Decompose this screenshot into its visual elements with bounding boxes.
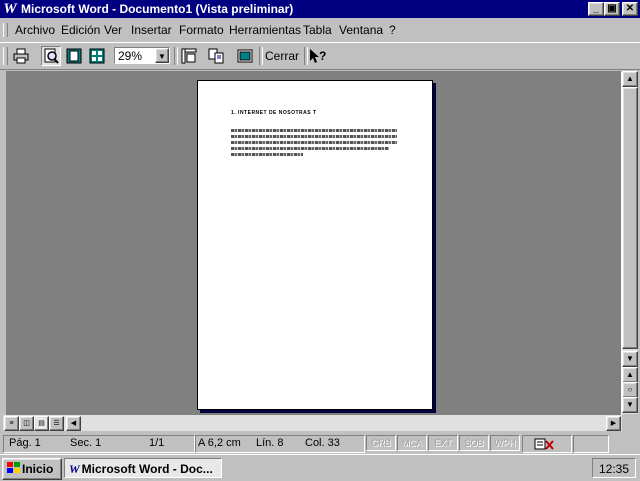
status-page: Pág. 1	[9, 437, 41, 449]
menu-bar: Archivo Edición Ver Insertar Formato Her…	[0, 20, 640, 40]
menu-archivo[interactable]: Archivo	[15, 23, 55, 37]
vertical-scrollbar[interactable]: ▲ ▼ ▲ ○ ▼	[622, 71, 638, 414]
scroll-down-button[interactable]: ▼	[622, 351, 638, 367]
page-layout-view-button[interactable]: ▤	[34, 416, 49, 431]
mode-wp[interactable]: WPH	[490, 435, 520, 451]
text-line	[231, 129, 397, 132]
preview-area[interactable]: 1. INTERNET DE NOSOTRAS T	[6, 71, 622, 416]
normal-view-button[interactable]: ≡	[4, 416, 19, 431]
text-line	[231, 147, 389, 150]
status-line: Lín. 8	[256, 437, 284, 449]
mode-revisions[interactable]: MCA	[397, 435, 427, 451]
taskbar-word-button[interactable]: W Microsoft Word - Doc...	[64, 458, 222, 478]
menu-herramientas[interactable]: Herramientas	[229, 23, 301, 37]
mode-record[interactable]: GRB	[366, 435, 396, 451]
title-bar[interactable]: W Microsoft Word - Documento1 (Vista pre…	[0, 0, 640, 18]
text-line	[231, 141, 397, 144]
windows-logo-icon	[7, 462, 20, 473]
horizontal-scrollbar[interactable]: ≡ ◫ ▤ ☰ ◀ ▶	[3, 415, 622, 431]
word-task-icon: W	[69, 462, 80, 476]
status-section: Sec. 1	[70, 437, 102, 449]
toolbar-separator	[174, 47, 178, 65]
zoom-combobox[interactable]: 29% ▼	[114, 47, 170, 64]
menu-edicion[interactable]: Edición	[61, 23, 100, 37]
magnifier-button[interactable]	[41, 46, 61, 66]
scroll-thumb[interactable]	[622, 87, 638, 349]
full-screen-button[interactable]	[235, 46, 255, 66]
menu-help[interactable]: ?	[389, 23, 396, 37]
window-title: Microsoft Word - Documento1 (Vista preli…	[21, 2, 294, 16]
text-line	[231, 135, 397, 138]
svg-text:?: ?	[319, 49, 326, 63]
scroll-right-button[interactable]: ▶	[606, 416, 621, 431]
one-page-button[interactable]	[64, 46, 84, 66]
mode-overtype[interactable]: SOB	[459, 435, 489, 451]
status-empty-panel	[573, 435, 609, 453]
clock[interactable]: 12:35	[599, 462, 629, 476]
chevron-down-icon[interactable]: ▼	[155, 48, 169, 63]
scroll-up-button[interactable]: ▲	[622, 71, 638, 87]
magnifier-icon	[44, 48, 59, 64]
taskbar-word-label: Microsoft Word - Doc...	[81, 462, 213, 476]
full-screen-icon	[237, 49, 253, 63]
text-line	[231, 153, 303, 156]
status-column: Col. 33	[305, 437, 340, 449]
shrink-to-fit-button[interactable]	[206, 46, 226, 66]
view-ruler-button[interactable]	[179, 46, 199, 66]
menu-formato[interactable]: Formato	[179, 23, 224, 37]
word-app-icon[interactable]: W	[2, 1, 18, 17]
document-heading: 1. INTERNET DE NOSOTRAS T	[231, 110, 317, 116]
zoom-value[interactable]: 29%	[118, 49, 142, 63]
status-position: A 6,2 cm	[198, 437, 241, 449]
taskbar: Inicio W Microsoft Word - Doc... 12:35	[0, 454, 640, 481]
menu-tabla[interactable]: Tabla	[303, 23, 332, 37]
online-layout-view-button[interactable]: ◫	[19, 416, 34, 431]
previous-page-button[interactable]: ▲	[622, 367, 638, 383]
system-tray: 12:35	[592, 458, 636, 478]
context-help-button[interactable]: ?	[308, 46, 328, 66]
status-bar: Pág. 1 Sec. 1 1/1 A 6,2 cm Lín. 8 Col. 3…	[0, 433, 640, 453]
context-help-icon: ?	[310, 49, 326, 63]
status-page-count: 1/1	[149, 437, 165, 449]
close-preview-button[interactable]: Cerrar	[263, 46, 301, 66]
close-window-button[interactable]: ✕	[622, 2, 638, 16]
start-button[interactable]: Inicio	[2, 458, 62, 480]
view-ruler-icon	[181, 48, 197, 64]
minimize-button[interactable]: _	[588, 2, 604, 16]
outline-view-button[interactable]: ☰	[49, 416, 64, 431]
spelling-book-icon	[534, 438, 554, 450]
menu-insertar[interactable]: Insertar	[131, 23, 172, 37]
next-page-button[interactable]: ▼	[622, 397, 638, 413]
one-page-icon	[66, 48, 82, 64]
restore-button[interactable]: ▣	[604, 2, 620, 16]
toolbar-grip[interactable]	[3, 47, 8, 65]
menu-ventana[interactable]: Ventana	[339, 23, 383, 37]
multiple-pages-icon	[89, 48, 105, 64]
print-preview-toolbar: 29% ▼ Cerrar ?	[0, 42, 640, 70]
browse-object-button[interactable]: ○	[622, 382, 638, 398]
multiple-pages-button[interactable]	[87, 46, 107, 66]
document-page[interactable]: 1. INTERNET DE NOSOTRAS T	[197, 80, 433, 410]
menubar-grip[interactable]	[3, 23, 8, 37]
menu-ver[interactable]: Ver	[104, 23, 122, 37]
mode-extend[interactable]: EXT	[428, 435, 458, 451]
spelling-status-panel[interactable]	[522, 435, 572, 453]
shrink-to-fit-icon	[208, 48, 224, 64]
scroll-left-button[interactable]: ◀	[66, 416, 81, 431]
print-icon	[13, 48, 29, 64]
start-label: Inicio	[22, 462, 54, 476]
print-button[interactable]	[11, 46, 31, 66]
